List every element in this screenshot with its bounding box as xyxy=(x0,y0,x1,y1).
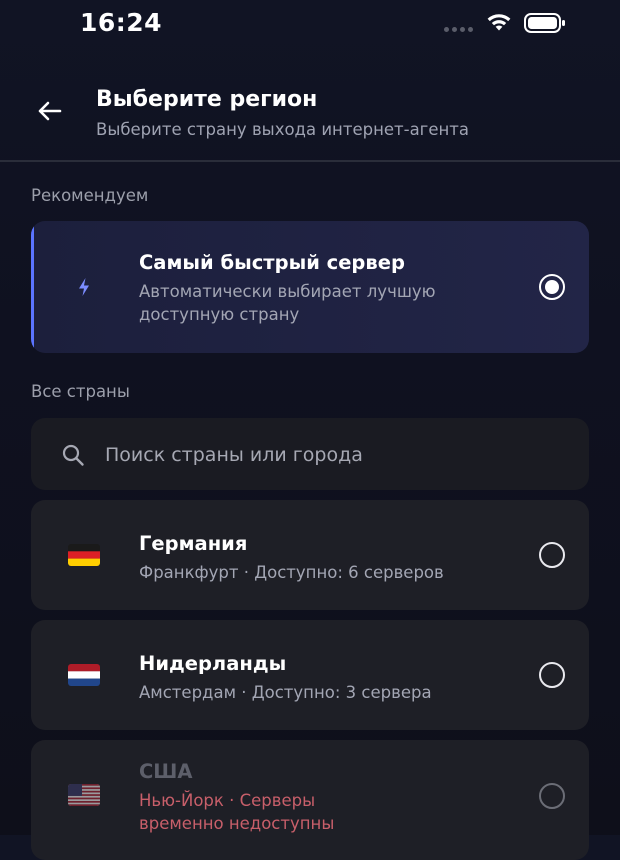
status-bar: 16:24 xyxy=(0,0,620,50)
usa-flag-icon xyxy=(68,784,100,806)
country-detail: Франкфурт · Доступно: 6 серверов xyxy=(139,563,444,582)
header-divider xyxy=(0,160,620,162)
fastest-server-description-line1: Автоматически выбирает лучшую xyxy=(139,282,436,301)
cellular-signal-icon xyxy=(444,27,476,33)
fastest-server-description-line2: доступную страну xyxy=(139,305,300,324)
page-title: Выберите регион xyxy=(96,87,318,112)
recommended-section-label: Рекомендуем xyxy=(31,186,149,205)
country-name: Германия xyxy=(139,532,248,555)
search-icon xyxy=(62,444,84,466)
all-countries-section-label: Все страны xyxy=(31,382,130,401)
country-name: Нидерланды xyxy=(139,652,287,675)
search-input[interactable] xyxy=(103,438,547,472)
selected-accent-bar xyxy=(31,221,34,353)
fastest-server-option[interactable]: Самый быстрый сервер Автоматически выбир… xyxy=(31,221,589,353)
country-option-netherlands[interactable]: Нидерланды Амстердам · Доступно: 3 серве… xyxy=(31,620,589,730)
battery-icon xyxy=(524,13,565,33)
bolt-icon xyxy=(79,278,89,296)
status-time: 16:24 xyxy=(80,8,163,37)
country-detail: Амстердам · Доступно: 3 сервера xyxy=(139,683,432,702)
country-radio-germany[interactable] xyxy=(539,542,565,568)
country-radio-netherlands[interactable] xyxy=(539,662,565,688)
country-name: США xyxy=(139,760,193,783)
back-arrow-icon[interactable] xyxy=(32,96,66,126)
country-radio-usa[interactable] xyxy=(539,783,565,809)
search-box[interactable] xyxy=(31,418,589,490)
country-option-usa[interactable]: США Нью-Йорк · Серверы временно недоступ… xyxy=(31,740,589,860)
wifi-icon xyxy=(487,14,511,31)
netherlands-flag-icon xyxy=(68,664,100,686)
country-status-line2: временно недоступны xyxy=(139,814,335,833)
country-option-germany[interactable]: Германия Франкфурт · Доступно: 6 серверо… xyxy=(31,500,589,610)
germany-flag-icon xyxy=(68,544,100,566)
header: Выберите регион Выберите страну выхода и… xyxy=(0,60,620,160)
fastest-server-radio[interactable] xyxy=(539,274,565,300)
fastest-server-title: Самый быстрый сервер xyxy=(139,251,405,274)
page-subtitle: Выберите страну выхода интернет-агента xyxy=(96,120,470,139)
country-status-line1: Нью-Йорк · Серверы xyxy=(139,791,316,810)
